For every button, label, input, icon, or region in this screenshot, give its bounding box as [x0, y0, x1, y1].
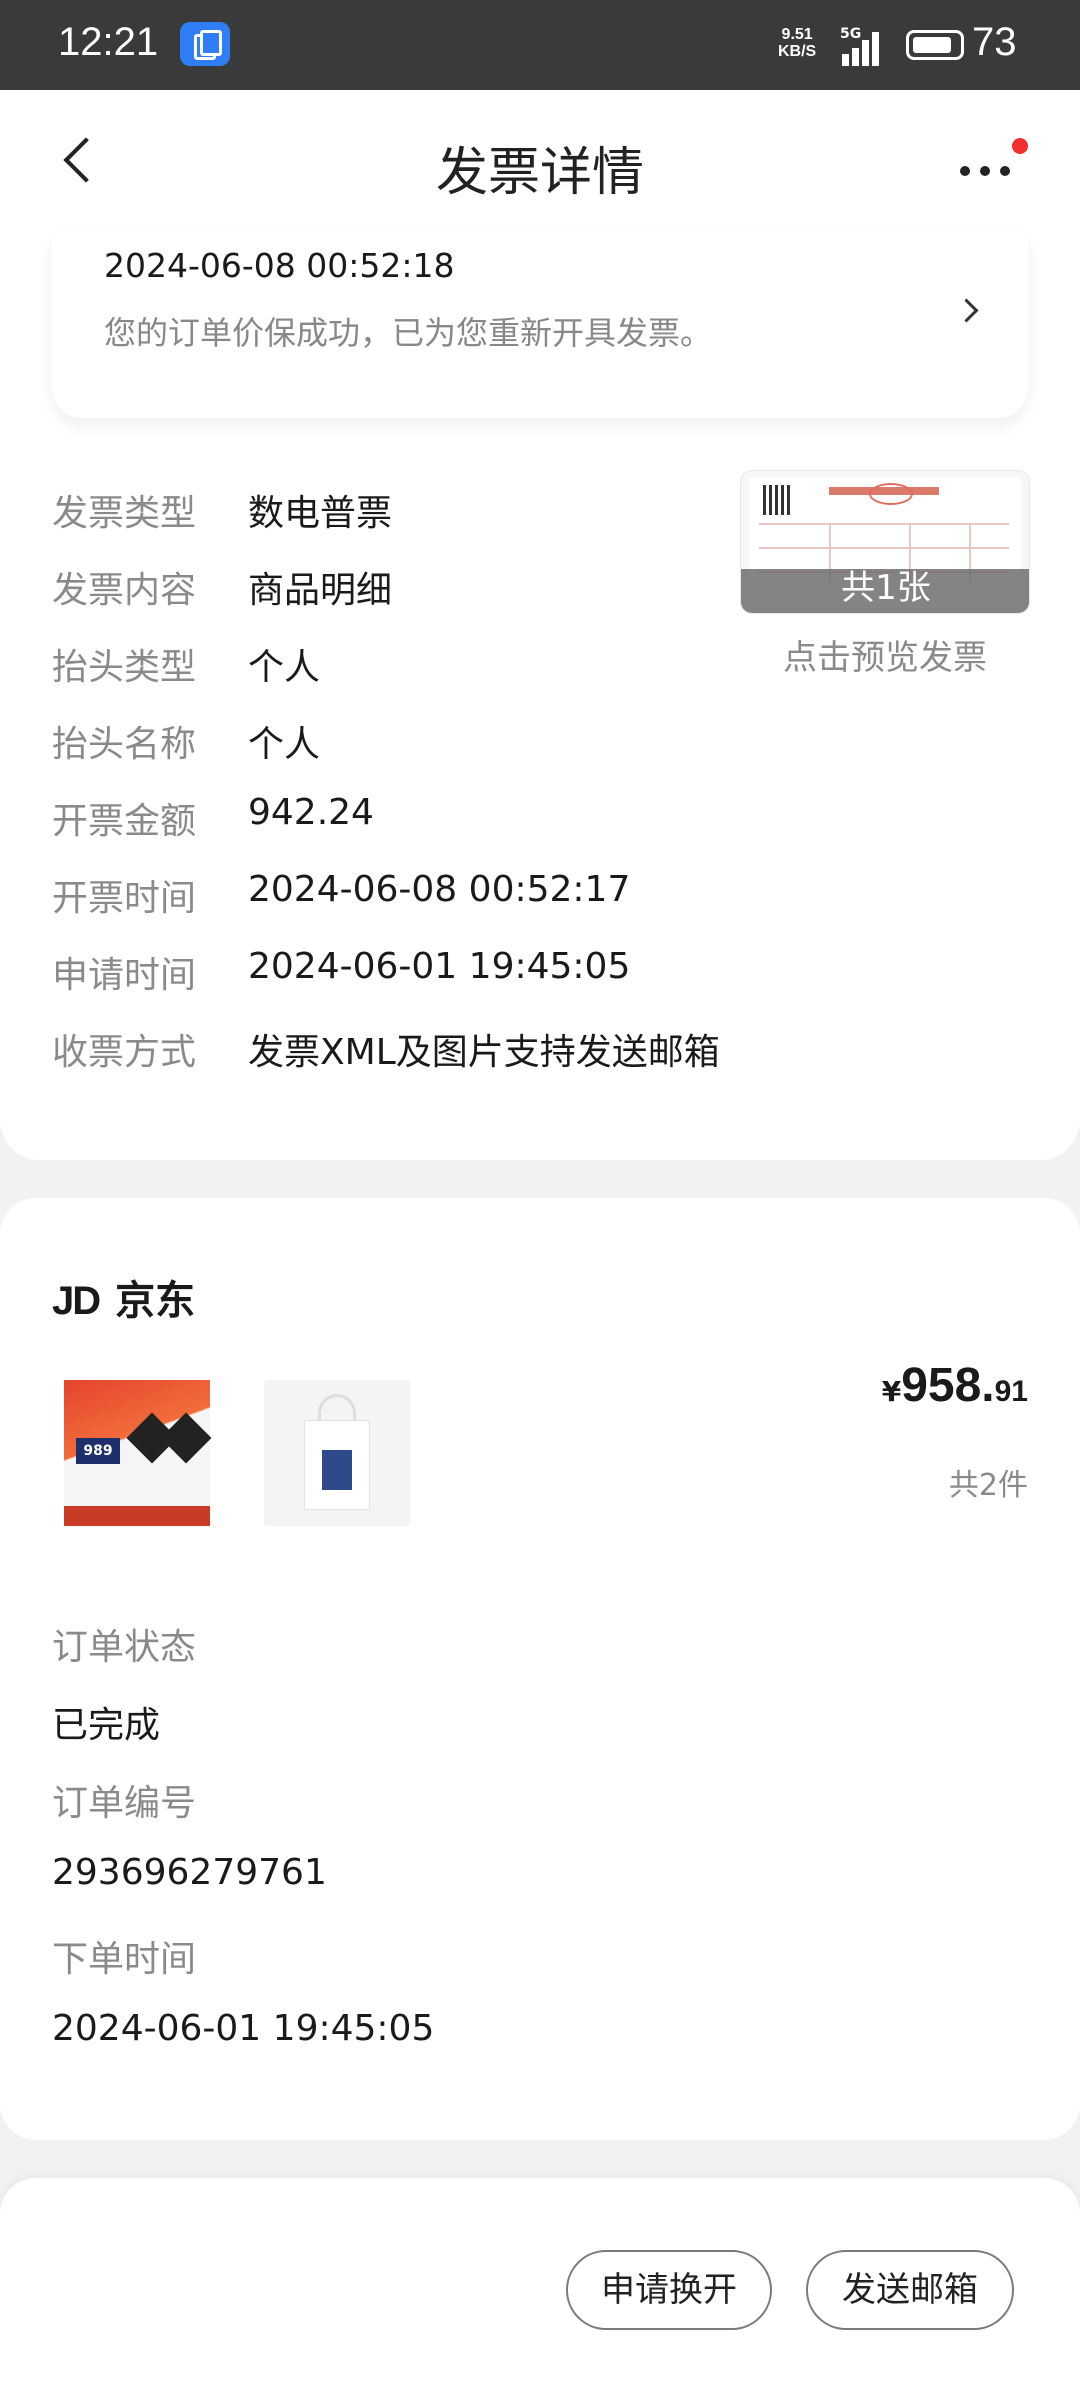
network-speed: 9.51 KB/S — [778, 26, 817, 60]
order-time-label: 下单时间 — [52, 1939, 197, 1980]
chevron-right-icon — [950, 280, 1000, 340]
notice-time: 2024-06-08 00:52:18 — [104, 246, 455, 285]
battery-level: 73 — [972, 20, 1017, 64]
jd-logo: JD — [52, 1279, 101, 1323]
order-price: ¥958.91 — [881, 1359, 1028, 1412]
order-number-label: 订单编号 — [52, 1783, 197, 1824]
invoice-detail-section: 2024-06-08 00:52:18 您的订单价保成功，已为您重新开具发票。 … — [0, 232, 1080, 1160]
preview-invoice-link[interactable]: 点击预览发票 — [740, 630, 1030, 679]
status-time: 12:21 — [58, 20, 159, 64]
nav-header: 发票详情 — [0, 90, 1080, 232]
order-time-value: 2024-06-01 19:45:05 — [52, 2008, 435, 2049]
reissue-invoice-button[interactable]: 申请换开 — [566, 2250, 772, 2330]
app-notification-icon — [180, 22, 230, 66]
item-count: 共2件 — [948, 1468, 1028, 1503]
invoice-thumbnail[interactable]: 共1张 — [740, 470, 1030, 614]
signal-icon: 5G — [840, 26, 888, 66]
order-status-value: 已完成 — [52, 1705, 161, 1746]
send-email-button[interactable]: 发送邮箱 — [806, 2250, 1014, 2330]
invoice-count: 共1张 — [841, 568, 931, 608]
shop-header: JD 京东 — [52, 1268, 195, 1326]
product-image-2[interactable] — [264, 1380, 410, 1526]
notification-badge — [1012, 138, 1028, 154]
product-image-1[interactable]: 989 — [64, 1380, 212, 1526]
order-number-value: 293696279761 — [52, 1852, 327, 1893]
notice-text: 您的订单价保成功，已为您重新开具发票。 — [104, 314, 713, 352]
order-status-label: 订单状态 — [52, 1627, 197, 1668]
more-dots-icon[interactable] — [950, 138, 1030, 198]
bottom-action-bar: 申请换开 发送邮箱 — [0, 2178, 1080, 2400]
battery-icon — [906, 30, 964, 60]
page-title: 发票详情 — [435, 143, 644, 203]
order-section: JD 京东 989 ¥958.91 共2件 订单状态 已完成 订单编号 29369… — [0, 1198, 1080, 2140]
status-bar: 12:21 9.51 KB/S 5G 73 — [0, 0, 1080, 90]
shop-name: 京东 — [115, 1278, 196, 1324]
invoice-notice-card[interactable]: 2024-06-08 00:52:18 您的订单价保成功，已为您重新开具发票。 — [52, 232, 1028, 418]
